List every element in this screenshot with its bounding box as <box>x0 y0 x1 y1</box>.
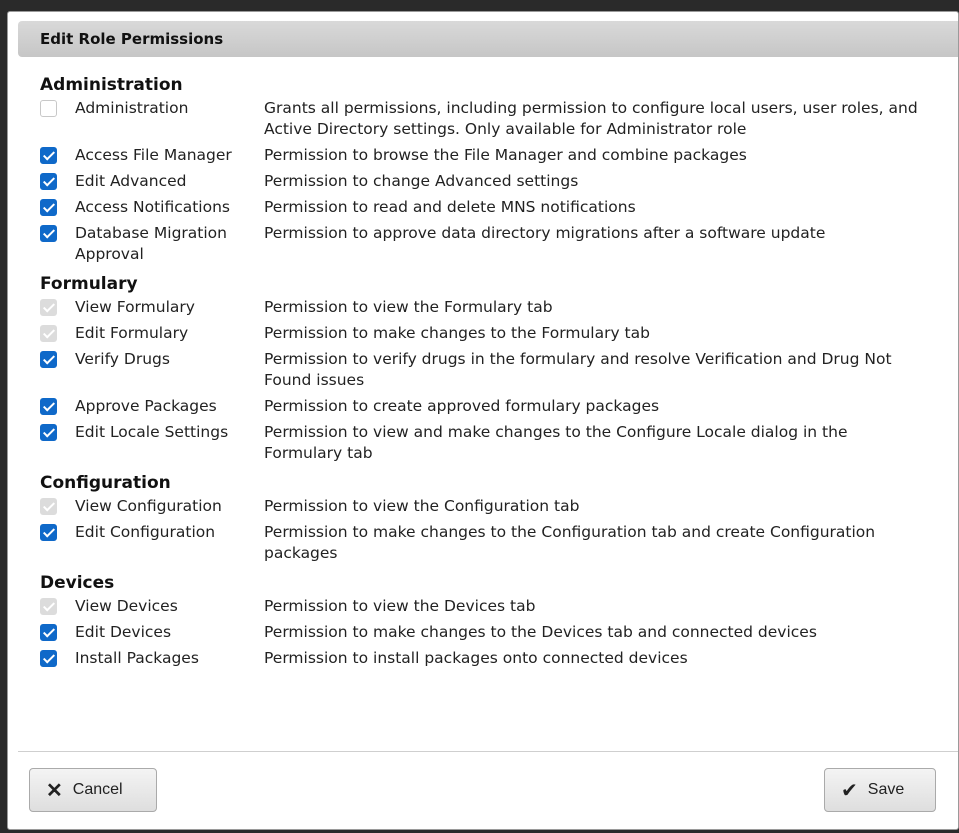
permission-description: Permission to make changes to the Config… <box>264 523 876 562</box>
permission-description: Permission to read and delete MNS notifi… <box>264 198 636 216</box>
permission-name: Database Migration Approval <box>75 224 227 263</box>
permission-checkbox[interactable] <box>40 650 57 667</box>
permission-description: Permission to change Advanced settings <box>264 172 579 190</box>
permission-row: Install Packages Permission to install pa… <box>40 648 950 669</box>
permission-description: Permission to approve data directory mig… <box>264 224 826 242</box>
permission-row: Edit Locale Settings Permission to view a… <box>40 422 950 464</box>
permission-name: Access Notifications <box>75 198 230 216</box>
permission-checkbox <box>40 498 57 515</box>
permission-row: View Configuration Permission to view the… <box>40 496 950 517</box>
permission-name: Edit Advanced <box>75 172 187 190</box>
permission-checkbox <box>40 299 57 316</box>
permission-name: Install Packages <box>75 649 199 667</box>
permission-row: View Devices Permission to view the Devic… <box>40 596 950 617</box>
permission-name: View Configuration <box>75 497 222 515</box>
check-icon: ✔ <box>841 779 858 802</box>
permission-name: Verify Drugs <box>75 350 170 368</box>
permission-row: Access File Manager Permission to browse … <box>40 145 950 166</box>
permission-checkbox[interactable] <box>40 225 57 242</box>
permission-section: Administration Administration Grants all p… <box>40 72 950 265</box>
footer-divider <box>18 751 958 752</box>
permission-section: Devices View Devices Permission to view th… <box>40 570 950 669</box>
permission-name: Edit Devices <box>75 623 172 641</box>
permission-name: View Devices <box>75 597 178 615</box>
permission-checkbox[interactable] <box>40 173 57 190</box>
permission-description: Permission to view and make changes to t… <box>264 423 848 462</box>
permissions-list: Administration Administration Grants all p… <box>40 72 950 674</box>
permission-checkbox[interactable] <box>40 624 57 641</box>
permission-section: Formulary View Formulary Permission to vie… <box>40 271 950 464</box>
permission-row: Edit Devices Permission to make changes t… <box>40 622 950 643</box>
permission-description: Permission to browse the File Manager an… <box>264 146 747 164</box>
permission-description: Permission to make changes to the Formul… <box>264 324 650 342</box>
edit-role-permissions-dialog: Edit Role Permissions Administration Admi… <box>7 11 959 830</box>
permission-row: Administration Grants all permissions, in… <box>40 98 950 140</box>
permission-name: Access File Manager <box>75 146 232 164</box>
section-title: Devices <box>40 573 115 593</box>
dialog-title: Edit Role Permissions <box>18 21 958 57</box>
permission-section: Configuration View Configuration Permissio… <box>40 470 950 564</box>
permission-row: Approve Packages Permission to create app… <box>40 396 950 417</box>
permission-description: Permission to view the Configuration tab <box>264 497 580 515</box>
permission-row: View Formulary Permission to view the For… <box>40 297 950 318</box>
permission-name: Approve Packages <box>75 397 217 415</box>
save-button-label: Save <box>867 781 905 798</box>
permission-checkbox[interactable] <box>40 424 57 441</box>
permission-row: Edit Advanced Permission to change Advanc… <box>40 171 950 192</box>
section-title: Administration <box>40 75 183 95</box>
permission-checkbox[interactable] <box>40 147 57 164</box>
permission-description: Grants all permissions, including permis… <box>264 99 918 138</box>
permission-checkbox <box>40 598 57 615</box>
permission-row: Database Migration Approval Permission to… <box>40 223 950 265</box>
permission-row: Access Notifications Permission to read a… <box>40 197 950 218</box>
close-icon: ✕ <box>46 779 63 802</box>
permission-name: Administration <box>75 99 189 117</box>
permission-name: Edit Configuration <box>75 523 216 541</box>
permission-description: Permission to make changes to the Device… <box>264 623 817 641</box>
permission-description: Permission to create approved formulary … <box>264 397 660 415</box>
permission-name: Edit Locale Settings <box>75 423 229 441</box>
permission-row: Verify Drugs Permission to verify drugs i… <box>40 349 950 391</box>
cancel-button-label: Cancel <box>72 781 123 798</box>
cancel-button[interactable]: ✕ Cancel <box>29 768 157 812</box>
save-button[interactable]: ✔ Save <box>824 768 936 812</box>
permission-checkbox[interactable] <box>40 100 57 117</box>
permission-description: Permission to install packages onto conn… <box>264 649 688 667</box>
permission-checkbox[interactable] <box>40 199 57 216</box>
permission-description: Permission to verify drugs in the formul… <box>264 350 892 389</box>
permission-checkbox[interactable] <box>40 524 57 541</box>
permission-checkbox[interactable] <box>40 398 57 415</box>
permission-description: Permission to view the Devices tab <box>264 597 536 615</box>
permission-name: View Formulary <box>75 298 195 316</box>
permission-checkbox[interactable] <box>40 351 57 368</box>
section-title: Formulary <box>40 274 138 294</box>
permission-name: Edit Formulary <box>75 324 189 342</box>
permission-row: Edit Configuration Permission to make cha… <box>40 522 950 564</box>
permission-description: Permission to view the Formulary tab <box>264 298 553 316</box>
permission-row: Edit Formulary Permission to make changes… <box>40 323 950 344</box>
permission-checkbox <box>40 325 57 342</box>
section-title: Configuration <box>40 473 171 493</box>
